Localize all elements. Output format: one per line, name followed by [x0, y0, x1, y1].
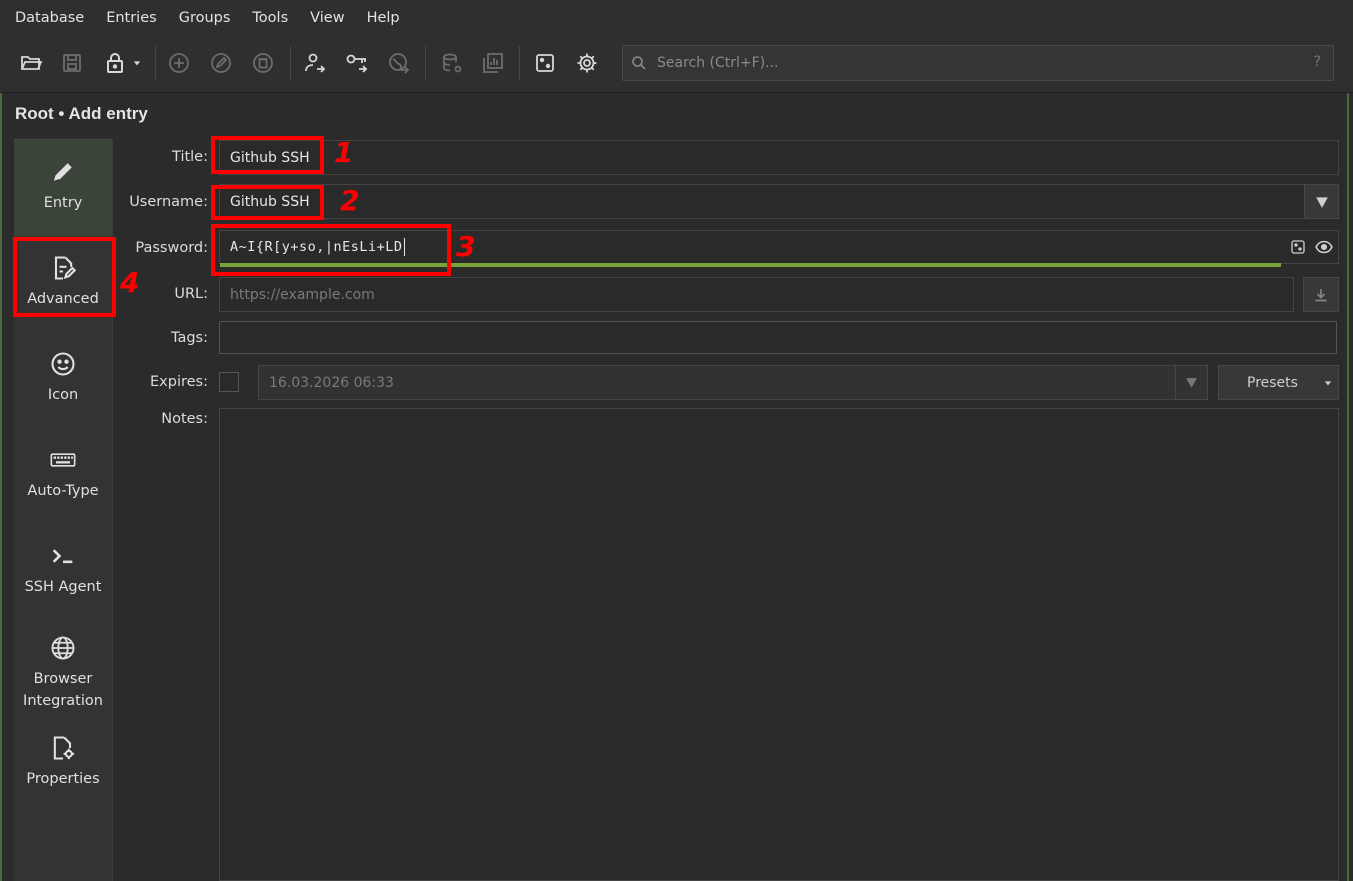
sidebar-item-label: SSH Agent [24, 579, 102, 595]
eye-icon [1315, 240, 1333, 254]
menu-groups[interactable]: Groups [168, 0, 242, 36]
menu-tools[interactable]: Tools [241, 0, 299, 36]
toolbar-separator [425, 46, 426, 80]
search-box[interactable]: ? [622, 45, 1334, 81]
annotation-number-4: 4 [120, 266, 140, 299]
sidebar-item-label-line1: Browser [33, 671, 93, 687]
password-generator-icon[interactable] [530, 48, 560, 78]
download-favicon-button[interactable] [1303, 277, 1339, 312]
annotation-box-3 [211, 224, 451, 276]
expires-calendar-button[interactable] [1175, 365, 1208, 400]
sidebar-item-properties[interactable]: Properties [14, 730, 112, 810]
copy-url-icon[interactable] [384, 48, 414, 78]
window-right-border [1347, 0, 1349, 881]
annotation-number-3: 3 [456, 230, 476, 263]
notes-field[interactable] [219, 408, 1339, 881]
presets-label: Presets [1247, 374, 1298, 391]
menu-database[interactable]: Database [4, 0, 95, 36]
sidebar-item-auto-type[interactable]: Auto-Type [14, 436, 112, 516]
annotation-number-2: 2 [340, 184, 360, 217]
add-entry-icon[interactable] [164, 48, 194, 78]
keyboard-icon [50, 453, 76, 467]
lock-database-icon[interactable] [100, 48, 130, 78]
open-database-icon[interactable] [16, 48, 46, 78]
toolbar-separator [519, 46, 520, 80]
username-dropdown-button[interactable] [1304, 184, 1339, 219]
menu-view[interactable]: View [299, 0, 355, 36]
annotation-box-1 [211, 136, 324, 174]
copy-username-icon[interactable] [300, 48, 330, 78]
toolbar-separator [155, 46, 156, 80]
dropdown-arrow-icon[interactable] [130, 48, 144, 78]
password-generator-button[interactable] [1290, 239, 1306, 255]
expires-checkbox[interactable] [219, 372, 239, 392]
menu-entries[interactable]: Entries [95, 0, 168, 36]
database-settings-icon[interactable] [437, 48, 467, 78]
search-input[interactable] [657, 46, 1297, 80]
globe-icon [51, 636, 75, 660]
annotation-box-2 [211, 185, 324, 220]
sidebar-item-ssh-agent[interactable]: SSH Agent [14, 532, 112, 612]
title-label: Title: [172, 149, 208, 165]
reports-icon[interactable] [478, 48, 508, 78]
presets-button[interactable]: Presets [1218, 365, 1339, 400]
sidebar-item-label-line2: Integration [23, 693, 103, 709]
settings-icon[interactable] [572, 48, 602, 78]
search-icon [632, 56, 646, 70]
toolbar-separator [290, 46, 291, 80]
page-title: Root • Add entry [15, 104, 148, 123]
window-left-border [0, 0, 2, 881]
sidebar-item-browser-integration[interactable]: Browser Integration [14, 628, 112, 724]
delete-entry-icon[interactable] [248, 48, 278, 78]
expires-datetime-field[interactable]: 16.03.2026 06:33 [258, 365, 1176, 400]
copy-password-icon[interactable] [342, 48, 372, 78]
sidebar-item-label: Properties [26, 771, 100, 787]
username-label: Username: [129, 194, 208, 210]
sidebar-item-label: Auto-Type [27, 483, 99, 499]
url-field[interactable]: https://example.com [219, 277, 1294, 312]
search-help-icon[interactable]: ? [1314, 54, 1321, 70]
save-database-icon[interactable] [57, 48, 87, 78]
notes-label: Notes: [161, 411, 208, 427]
edit-entry-icon[interactable] [206, 48, 236, 78]
terminal-icon [52, 549, 73, 564]
show-password-button[interactable] [1315, 239, 1333, 255]
document-gear-icon [53, 736, 75, 760]
menu-help[interactable]: Help [356, 0, 411, 36]
title-field[interactable]: Github SSH [219, 140, 1339, 175]
menubar: Database Entries Groups Tools View Help [0, 0, 1353, 36]
chevron-down-icon [1315, 196, 1328, 208]
toolbar-border [0, 92, 1353, 93]
username-field[interactable]: Github SSH [219, 184, 1305, 219]
chevron-down-icon [1186, 378, 1197, 388]
chevron-down-icon [1324, 381, 1332, 386]
annotation-number-1: 1 [334, 136, 354, 169]
tags-label: Tags: [171, 330, 208, 346]
download-icon [1315, 288, 1327, 301]
annotation-box-4 [13, 237, 116, 317]
expires-label: Expires: [150, 374, 208, 390]
dice-icon [1291, 240, 1305, 254]
tags-field[interactable] [219, 321, 1337, 354]
